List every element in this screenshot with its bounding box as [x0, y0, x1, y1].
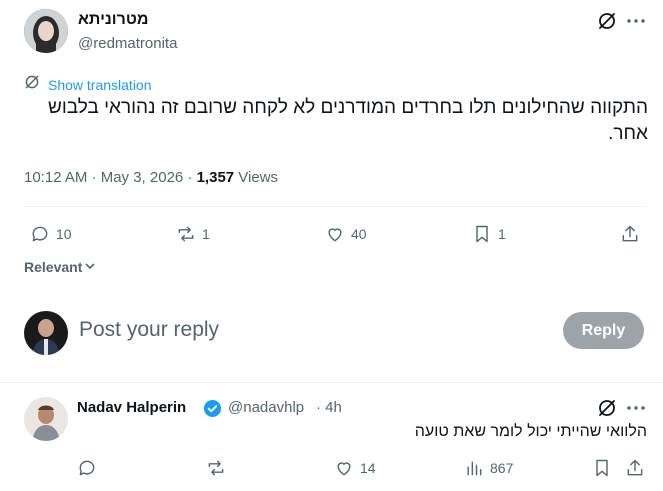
share-icon — [622, 225, 638, 242]
translate-icon — [24, 74, 40, 95]
reply-views-count: 867 — [490, 460, 514, 476]
tweet-meta: 10:12 AM · May 3, 2026 · 1,357 Views — [24, 169, 278, 186]
current-user-avatar[interactable] — [24, 311, 68, 355]
reply-views-action[interactable]: 867 — [464, 458, 513, 478]
reply-icon — [79, 460, 95, 476]
bookmark-action[interactable]: 1 — [472, 224, 506, 244]
reply-input[interactable]: Post your reply — [79, 318, 219, 342]
bookmark-icon — [476, 225, 488, 243]
heart-icon — [328, 228, 342, 242]
sort-label: Relevant — [24, 259, 83, 275]
grok-icon[interactable] — [597, 11, 617, 31]
author-handle[interactable]: @redmatronita — [78, 35, 177, 52]
share-icon — [627, 459, 643, 476]
analytics-icon — [467, 461, 482, 476]
repost-action[interactable]: 1 — [176, 224, 210, 244]
more-options-icon[interactable] — [627, 406, 645, 410]
repost-count: 1 — [202, 226, 210, 242]
grok-icon[interactable] — [597, 398, 617, 418]
author-name[interactable]: מטרוניתא — [78, 11, 148, 29]
like-count: 40 — [351, 226, 367, 242]
views-count: 1,357 — [196, 169, 235, 186]
reply-repost-action[interactable] — [206, 458, 226, 478]
verified-badge-icon — [203, 399, 222, 423]
more-options-icon[interactable] — [627, 19, 645, 23]
reply-text: הלוואי שהייתי יכול לומר שאת טועה — [414, 423, 647, 440]
repost-icon — [208, 460, 224, 476]
bookmark-count: 1 — [498, 226, 506, 242]
share-action[interactable] — [620, 224, 640, 244]
views-label: Views — [234, 169, 279, 186]
bookmark-icon — [596, 459, 608, 477]
reply-count: 10 — [56, 226, 72, 242]
reply-like-action[interactable]: 14 — [334, 458, 376, 478]
reply-action[interactable]: 10 — [30, 224, 72, 244]
reply-like-count: 14 — [360, 460, 376, 476]
like-action[interactable]: 40 — [325, 224, 367, 244]
reply-time[interactable]: · 4h — [316, 399, 342, 416]
reply-share-action[interactable] — [625, 458, 645, 478]
heart-icon — [337, 462, 351, 476]
reply-author-name[interactable]: Nadav Halperin — [77, 399, 186, 416]
reply-author-avatar[interactable] — [24, 397, 68, 441]
tweet-timestamp[interactable]: 10:12 AM · May 3, 2026 · — [24, 169, 197, 186]
reply-author-handle[interactable]: @nadavhlp — [228, 399, 304, 416]
show-translation-link[interactable]: Show translation — [24, 74, 152, 95]
reply-icon — [32, 226, 48, 242]
reply-button[interactable]: Reply — [563, 312, 644, 349]
show-translation-label: Show translation — [48, 76, 152, 93]
author-avatar[interactable] — [24, 9, 68, 53]
divider — [24, 206, 647, 207]
reply-reply-action[interactable] — [77, 458, 97, 478]
divider — [0, 382, 663, 383]
sort-dropdown[interactable]: Relevant — [24, 259, 96, 275]
tweet-text: התקווה שהחילונים תלו בחרדים המודרנים לא … — [47, 97, 648, 144]
reply-bookmark-action[interactable] — [592, 458, 612, 478]
chevron-down-icon — [84, 259, 96, 275]
repost-icon — [178, 226, 194, 242]
